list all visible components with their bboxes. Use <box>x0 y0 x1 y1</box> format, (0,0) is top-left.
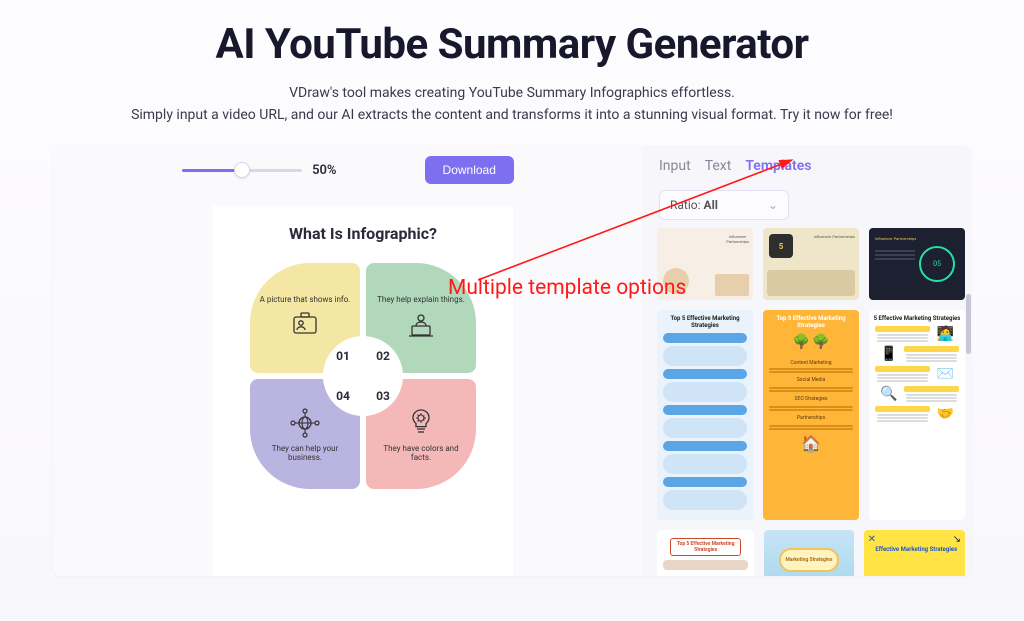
template-thumb-1[interactable]: InfluencerPartnerships <box>657 228 753 300</box>
tmpl9-title: Effective Marketing Strategies <box>874 546 959 553</box>
tmpl5-title: Top 5 Effective Marketing Strategies <box>767 316 855 329</box>
tmpl8-title: Marketing Strategies <box>779 548 839 572</box>
template-thumb-2[interactable]: 5 Influencer Partnerships <box>763 228 859 300</box>
center-04: 04 <box>323 376 363 416</box>
template-thumb-4[interactable]: Top 5 Effective Marketing Strategies <box>657 310 753 520</box>
ratio-dropdown[interactable]: Ratio: All ⌄ <box>659 190 789 220</box>
tmpl7-title: Top 5 Effective Marketing Strategies <box>670 538 741 556</box>
tabs: Input Text Templates <box>643 146 971 180</box>
template-thumb-5[interactable]: Top 5 Effective Marketing Strategies 🌳🌳 … <box>763 310 859 520</box>
zoom-slider[interactable]: 50% <box>182 163 336 178</box>
tmpl4-title: Top 5 Effective Marketing Strategies <box>661 316 749 329</box>
zoom-value: 50% <box>312 163 336 178</box>
template-thumb-8[interactable]: Marketing Strategies <box>764 530 853 576</box>
center-03: 03 <box>363 376 403 416</box>
center-02: 02 <box>363 336 403 376</box>
template-thumb-7[interactable]: Top 5 Effective Marketing Strategies <box>657 530 754 576</box>
center-01: 01 <box>323 336 363 376</box>
petal-4-caption: They can help your business. <box>258 444 352 463</box>
petal-2-caption: They help explain things. <box>377 295 465 305</box>
ratio-label: Ratio: <box>670 198 701 212</box>
petal-3-caption: They have colors and facts. <box>374 444 468 463</box>
preview-panel: 50% Download What Is Infographic? A pict… <box>53 146 643 576</box>
tab-templates[interactable]: Templates <box>745 158 811 174</box>
petal-1-caption: A picture that shows info. <box>260 295 351 305</box>
app-frame: 50% Download What Is Infographic? A pict… <box>53 146 971 576</box>
template-scrollbar[interactable] <box>966 228 971 566</box>
page-subtitle-2: Simply input a video URL, and our AI ext… <box>0 105 1024 127</box>
chevron-down-icon: ⌄ <box>768 198 778 212</box>
lightbulb-gear-icon <box>404 406 438 440</box>
tmpl6-title: 5 Effective Marketing Strategies <box>873 316 961 323</box>
laptop-person-icon <box>404 308 438 342</box>
template-thumb-3[interactable]: 05 Influencer Partnerships <box>869 228 965 300</box>
page-subtitle-1: VDraw's tool makes creating YouTube Summ… <box>0 83 1024 105</box>
page-title: AI YouTube Summary Generator <box>0 20 1024 69</box>
network-globe-icon <box>288 406 322 440</box>
ratio-value: All <box>704 198 718 212</box>
download-button[interactable]: Download <box>425 156 514 184</box>
infographic-petals: A picture that shows info. They help exp… <box>248 261 478 491</box>
template-thumb-6[interactable]: 5 Effective Marketing Strategies 🧑‍💻 📱 ✉… <box>869 310 965 520</box>
id-card-icon <box>288 308 322 342</box>
template-grid: InfluencerPartnerships 5 Influencer Part… <box>657 228 965 576</box>
infographic-title: What Is Infographic? <box>227 224 499 243</box>
toolbar: 50% Download <box>53 156 643 184</box>
template-thumb-9[interactable]: ✕ ↘ Effective Marketing Strategies <box>864 530 965 576</box>
side-panel: Input Text Templates Ratio: All ⌄ Influe… <box>643 146 971 576</box>
tab-input[interactable]: Input <box>659 158 691 174</box>
tab-text[interactable]: Text <box>705 158 732 174</box>
center-numbers: 01 02 04 03 <box>323 336 403 416</box>
infographic-canvas[interactable]: What Is Infographic? A picture that show… <box>213 206 513 576</box>
